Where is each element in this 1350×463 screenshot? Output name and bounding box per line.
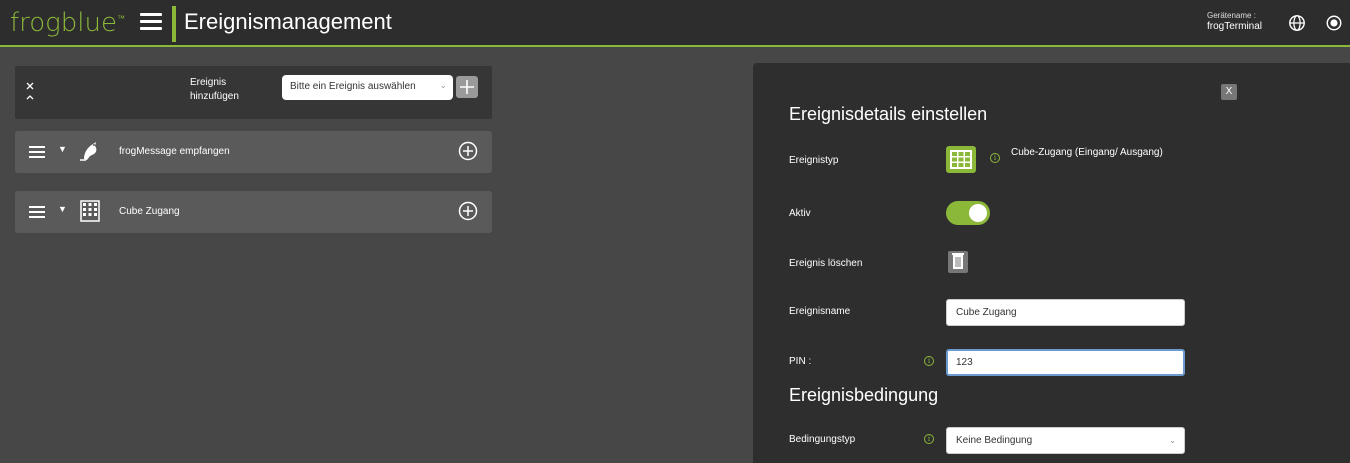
cube-access-icon <box>946 146 976 173</box>
details-section-title: Ereignisdetails einstellen <box>789 104 988 124</box>
add-circle-icon[interactable] <box>458 141 478 161</box>
event-type-label: Ereignistyp <box>789 155 839 166</box>
event-row[interactable]: ▼ frogMessage empfangen <box>15 131 492 173</box>
drag-handle-icon[interactable] <box>29 206 45 218</box>
info-icon[interactable]: i <box>990 153 1000 163</box>
add-event-bar: Ereignis hinzufügen Bitte ein Ereignis a… <box>15 66 492 119</box>
event-row[interactable]: ▼ Cube Zugang <box>15 191 492 233</box>
device-name-value: frogTerminal <box>1207 21 1263 32</box>
trash-icon[interactable] <box>948 251 968 273</box>
chevron-down-icon: ⌄ <box>439 80 447 90</box>
event-type-select-value: Bitte ein Ereignis auswählen <box>290 81 416 92</box>
event-row-label: frogMessage empfangen <box>119 146 230 157</box>
device-name-label: Gerätename : <box>1207 11 1256 20</box>
add-event-label: Ereignis hinzufügen <box>190 76 239 104</box>
drag-handle-icon[interactable] <box>29 146 45 158</box>
chevron-down-icon: ⌄ <box>1169 436 1176 445</box>
info-icon[interactable]: i <box>924 356 934 366</box>
collapse-toggle-icon[interactable] <box>25 79 35 103</box>
toggle-knob <box>969 204 987 222</box>
condition-type-label: Bedingungstyp <box>789 434 856 445</box>
menu-icon[interactable] <box>140 13 162 31</box>
pin-label: PIN : <box>789 356 812 367</box>
close-button[interactable]: X <box>1221 84 1237 100</box>
cube-access-icon <box>80 200 100 222</box>
expand-caret-icon[interactable]: ▼ <box>58 204 67 214</box>
globe-icon[interactable] <box>1288 14 1306 32</box>
device-name: Gerätename : frogTerminal <box>1207 10 1262 32</box>
event-row-label: Cube Zugang <box>119 206 180 217</box>
condition-type-select[interactable]: Keine Bedingung ⌄ <box>946 427 1185 454</box>
active-label: Aktiv <box>789 208 811 219</box>
delete-event-label: Ereignis löschen <box>789 258 863 269</box>
add-event-label-line2: hinzufügen <box>190 91 239 102</box>
event-type-select[interactable]: Bitte ein Ereignis auswählen ⌄ <box>282 75 453 100</box>
add-circle-icon[interactable] <box>458 201 478 221</box>
top-bar: frogblue™ Ereignismanagement Gerätename … <box>0 0 1350 47</box>
info-icon[interactable]: i <box>924 434 934 444</box>
frogblue-logo[interactable]: frogblue™ <box>10 8 125 38</box>
condition-section-title: Ereignisbedingung <box>789 385 939 405</box>
event-name-label: Ereignisname <box>789 306 851 317</box>
event-details-panel: X Ereignisdetails einstellen Ereignistyp… <box>753 63 1350 463</box>
expand-caret-icon[interactable]: ▼ <box>58 144 67 154</box>
event-name-input[interactable]: Cube Zugang <box>946 299 1185 326</box>
power-icon[interactable] <box>1325 14 1343 32</box>
active-toggle[interactable] <box>946 201 990 225</box>
page-title: Ereignismanagement <box>184 9 392 34</box>
add-event-label-line1: Ereignis <box>190 77 227 88</box>
frog-message-icon <box>80 142 97 161</box>
condition-type-value: Keine Bedingung <box>956 435 1033 446</box>
event-type-value: Cube-Zugang (Eingang/ Ausgang) <box>1011 147 1163 158</box>
title-accent <box>172 6 176 42</box>
add-event-button[interactable] <box>456 76 478 98</box>
pin-input[interactable]: 123 <box>946 349 1185 376</box>
